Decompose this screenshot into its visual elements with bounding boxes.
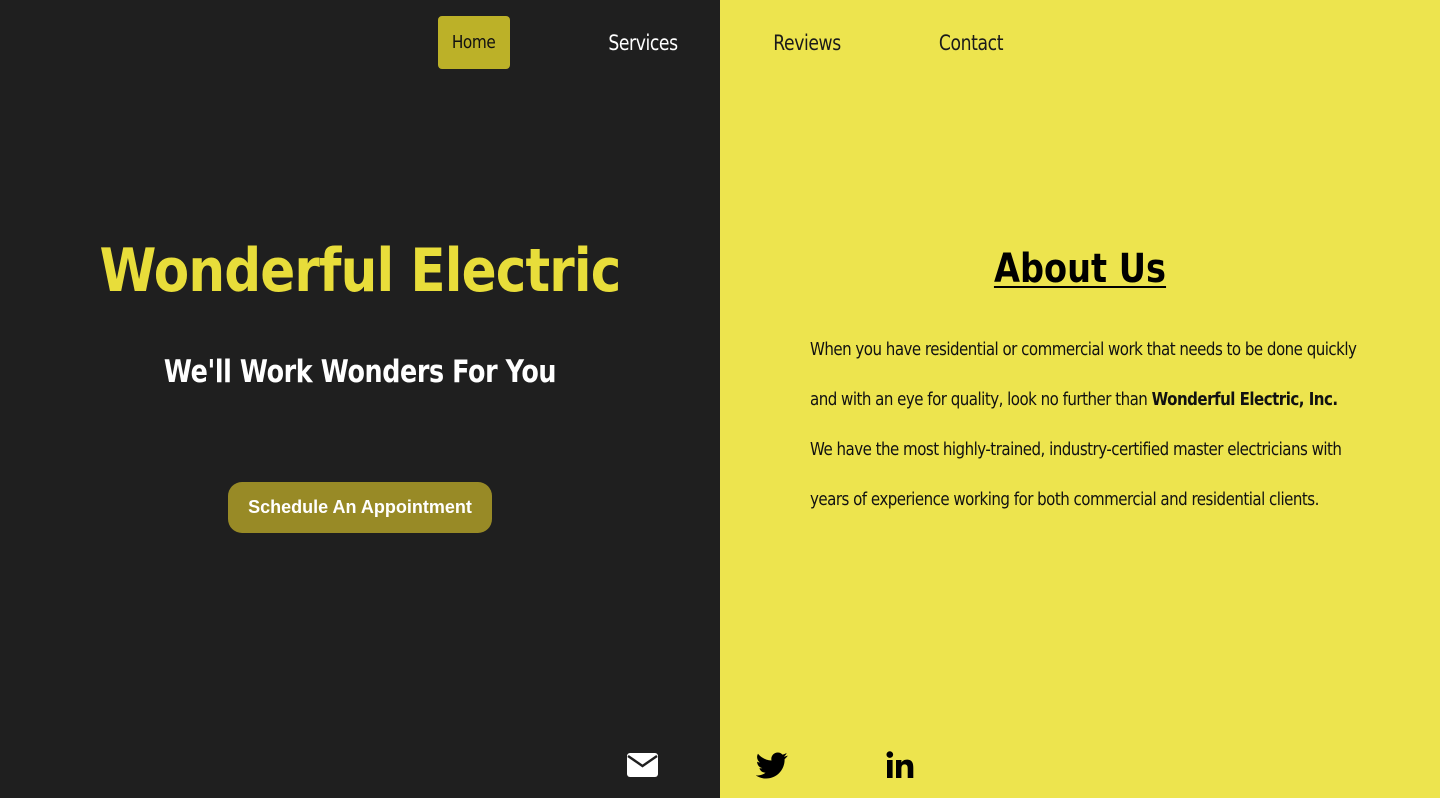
about-heading: About Us bbox=[993, 246, 1167, 292]
nav-home[interactable]: Home bbox=[438, 16, 510, 69]
brand-title: Wonderful Electric bbox=[99, 236, 622, 306]
about-text-part2: We have the most highly-trained, industr… bbox=[810, 440, 1342, 510]
nav-reviews[interactable]: Reviews bbox=[765, 16, 849, 69]
twitter-icon[interactable] bbox=[755, 748, 789, 782]
hero-panel bbox=[0, 0, 720, 798]
linkedin-icon[interactable] bbox=[883, 748, 917, 782]
nav-services[interactable]: Services bbox=[601, 16, 685, 69]
nav-contact[interactable]: Contact bbox=[929, 16, 1013, 69]
nav-home-label: Home bbox=[452, 32, 496, 53]
envelope-icon[interactable] bbox=[625, 748, 659, 782]
company-name: Wonderful Electric, Inc. bbox=[1151, 390, 1338, 410]
about-paragraph: When you have residential or commercial … bbox=[810, 325, 1358, 525]
schedule-appointment-button[interactable]: Schedule An Appointment bbox=[228, 482, 492, 533]
tagline: We'll Work Wonders For You bbox=[163, 354, 557, 390]
